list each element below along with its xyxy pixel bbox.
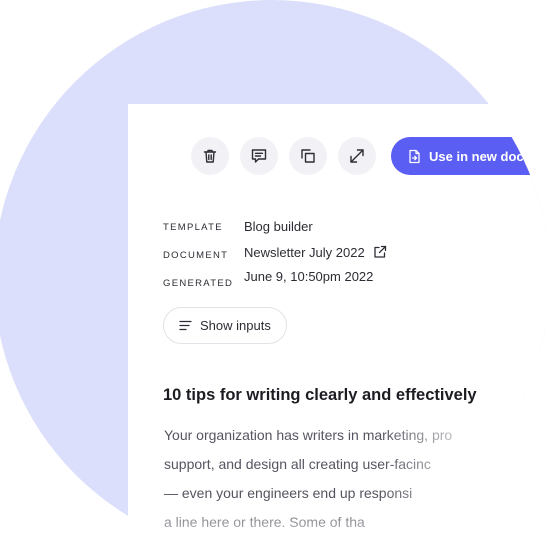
use-in-new-doc-button[interactable]: Use in new doc bbox=[391, 137, 546, 175]
generated-label: GENERATED bbox=[163, 278, 234, 289]
copy-button[interactable] bbox=[289, 137, 327, 175]
article-line: support, and design all creating user-fa… bbox=[164, 456, 431, 472]
document-value[interactable]: Newsletter July 2022 bbox=[244, 245, 365, 260]
article-line: communic bbox=[164, 537, 499, 546]
comment-icon bbox=[251, 149, 267, 163]
copy-icon bbox=[301, 149, 315, 163]
article-body: Your organization has writers in marketi… bbox=[164, 421, 499, 546]
template-value: Blog builder bbox=[244, 219, 313, 234]
expand-icon bbox=[350, 149, 364, 163]
article-line: a line here or there. Some of tha bbox=[164, 514, 365, 530]
list-icon bbox=[179, 320, 192, 331]
expand-button[interactable] bbox=[338, 137, 376, 175]
external-link-icon[interactable] bbox=[373, 245, 387, 259]
document-row: Newsletter July 2022 bbox=[244, 245, 387, 260]
stage: Use in new doc TEMPLATE Blog builder DOC… bbox=[0, 0, 546, 546]
show-inputs-label: Show inputs bbox=[200, 318, 271, 333]
document-label: DOCUMENT bbox=[163, 250, 229, 261]
template-label: TEMPLATE bbox=[163, 222, 223, 233]
article-line: — even your engineers end up responsi bbox=[164, 485, 413, 501]
delete-button[interactable] bbox=[191, 137, 229, 175]
document-import-icon bbox=[409, 149, 420, 163]
show-inputs-button[interactable]: Show inputs bbox=[163, 307, 287, 344]
comment-button[interactable] bbox=[240, 137, 278, 175]
article-title: 10 tips for writing clearly and effectiv… bbox=[163, 386, 477, 404]
generated-value: June 9, 10:50pm 2022 bbox=[244, 269, 374, 284]
article-line: Your organization has writers in marketi… bbox=[164, 427, 453, 443]
trash-icon bbox=[203, 149, 217, 163]
use-in-new-doc-label: Use in new doc bbox=[429, 148, 524, 164]
circle-clip: Use in new doc TEMPLATE Blog builder DOC… bbox=[0, 0, 546, 546]
